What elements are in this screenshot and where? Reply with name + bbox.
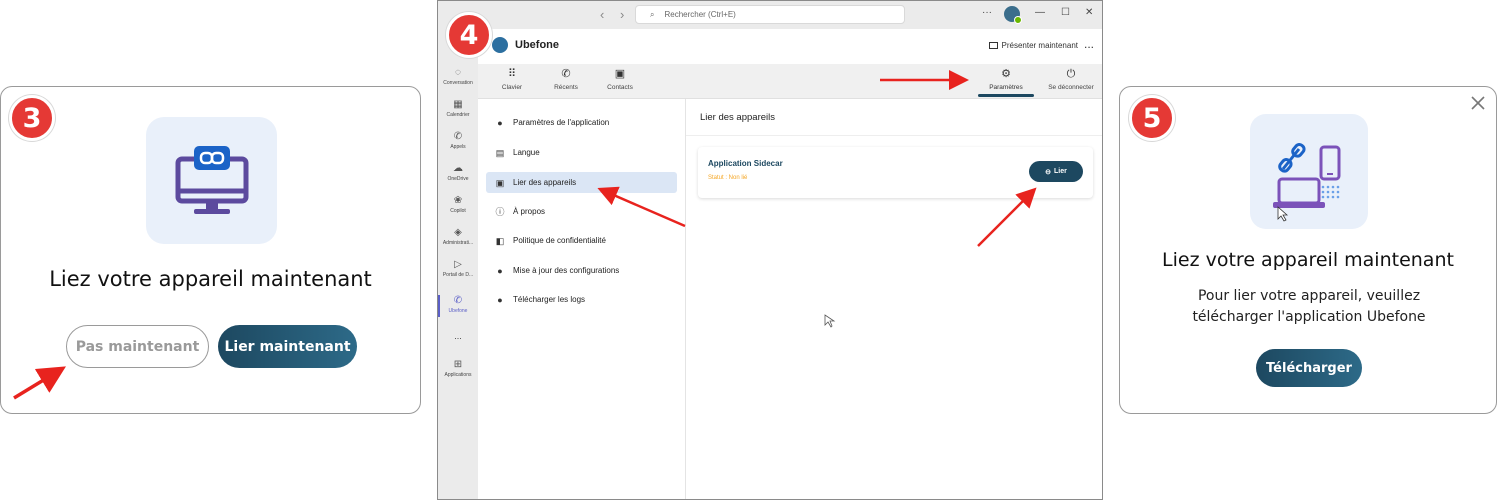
divider [686, 135, 1102, 136]
minimize-icon[interactable]: — [1035, 7, 1045, 18]
search-input[interactable]: ⌕ Rechercher (Ctrl+E) [635, 5, 905, 24]
rail-item-admin[interactable]: ◈ Administrati... [438, 227, 478, 246]
not-now-button[interactable]: Pas maintenant [66, 325, 209, 368]
copilot-icon: ❀ [453, 195, 463, 206]
search-icon: ⌕ [650, 9, 655, 19]
rail-item-onedrive[interactable]: ☁ OneDrive [438, 163, 478, 182]
power-icon: ⏻ [1066, 68, 1076, 80]
menu-item-app-settings[interactable]: ● Paramètres de l'application [486, 112, 677, 133]
admin-icon: ◈ [454, 227, 462, 238]
menu-item-language[interactable]: ▤ Langue [486, 142, 677, 163]
laptop-phone-icon [1273, 142, 1341, 208]
tab-parametres[interactable]: ⚙ Paramètres [978, 68, 1034, 97]
menu-item-config-update[interactable]: ● Mise à jour des configurations [486, 260, 677, 281]
search-placeholder: Rechercher (Ctrl+E) [664, 10, 736, 19]
header-more-button[interactable]: ... [1084, 37, 1094, 51]
step-4-badge: 4 [446, 12, 492, 58]
download-app-dialog: Liez votre appareil maintenant Pour lier… [1119, 86, 1497, 414]
user-gear-icon: ● [497, 117, 503, 128]
gear-icon: ⚙ [1001, 68, 1011, 80]
dialog-title: Liez votre appareil maintenant [49, 267, 372, 291]
chat-icon: ◌ [455, 67, 461, 78]
calendar-icon: ▦ [453, 99, 463, 110]
link-now-button[interactable]: Lier maintenant [218, 325, 357, 368]
tab-recents[interactable]: ✆ Récents [548, 68, 584, 91]
rail-more[interactable]: ... [438, 331, 478, 341]
page-title: Lier des appareils [700, 112, 775, 123]
download-button[interactable]: Télécharger [1256, 349, 1362, 387]
ubefone-phone-icon: ✆ [453, 295, 463, 306]
back-arrow-icon[interactable]: ‹ [600, 7, 604, 22]
rail-item-conversation[interactable]: ◌ Conversation [438, 67, 478, 86]
tab-clavier[interactable]: ⠿ Clavier [494, 68, 530, 91]
left-rail: ◌ Conversation ▦ Calendrier ✆ Appels ☁ OneDr… [438, 29, 478, 499]
dialog-title: Liez votre appareil maintenant [1162, 249, 1454, 271]
settings-menu: ● Paramètres de l'application ▤ Langue ▣ Li… [478, 99, 686, 499]
more-options-icon[interactable]: ··· [982, 7, 992, 18]
monitor-link-icon [175, 145, 248, 214]
present-now-button[interactable]: Présenter maintenant [988, 41, 1078, 50]
rail-item-portal[interactable]: ▷ Portail de D... [438, 259, 478, 278]
keypad-icon: ⠿ [507, 68, 517, 80]
logout-button[interactable]: ⏻ Se déconnecter [1042, 68, 1100, 91]
info-icon: ⓘ [495, 206, 505, 217]
close-window-icon[interactable]: ✕ [1085, 7, 1093, 18]
forward-arrow-icon[interactable]: › [620, 7, 624, 22]
menu-item-about[interactable]: ⓘ À propos [486, 201, 677, 222]
app-name: Ubefone [515, 39, 559, 51]
computer-link-illustration [146, 117, 277, 244]
portal-icon: ▷ [454, 259, 462, 270]
step-5-badge: 5 [1129, 95, 1175, 141]
link-button[interactable]: ⊖ Lier [1029, 161, 1083, 182]
dialog-description: Pour lier votre appareil, veuillez téléc… [1192, 288, 1426, 325]
rail-item-calls[interactable]: ✆ Appels [438, 131, 478, 150]
cloud-icon: ☁ [453, 163, 463, 174]
menu-item-link-devices[interactable]: ▣ Lier des appareils [486, 172, 677, 193]
teams-window: ‹ › ⌕ Rechercher (Ctrl+E) ··· — ☐ ✕ ◌ Con… [437, 0, 1103, 500]
download-icon: ● [497, 294, 503, 305]
sidecar-card: Application Sidecar Statut : Non lié ⊖ Li… [698, 147, 1093, 198]
step-3-badge: 3 [9, 95, 55, 141]
ubefone-logo [492, 37, 508, 53]
language-icon: ▤ [495, 147, 505, 158]
plus-box-icon: ⊞ [453, 359, 463, 370]
title-bar: ‹ › ⌕ Rechercher (Ctrl+E) ··· — ☐ ✕ [438, 1, 1102, 29]
rail-item-copilot[interactable]: ❀ Copilot [438, 195, 478, 214]
close-icon[interactable] [1468, 93, 1488, 113]
rail-item-ubefone[interactable]: ✆ Ubefone [438, 295, 478, 317]
phone-icon: ✆ [453, 131, 463, 142]
menu-item-privacy[interactable]: ◧ Politique de confidentialité [486, 230, 677, 251]
avatar[interactable] [1004, 6, 1022, 24]
update-icon: ● [497, 265, 503, 276]
sidecar-status: Statut : Non lié [708, 175, 748, 181]
laptop-phone-link-illustration [1250, 114, 1368, 229]
maximize-icon[interactable]: ☐ [1061, 7, 1070, 18]
link-device-dialog: Liez votre appareil maintenant Pas maint… [0, 86, 421, 414]
app-header: Ubefone Présenter maintenant ... [478, 29, 1102, 64]
rail-item-calendar[interactable]: ▦ Calendrier [438, 99, 478, 118]
contacts-icon: ▣ [614, 68, 626, 80]
rail-item-applications[interactable]: ⊞ Applications [438, 359, 478, 378]
recent-calls-icon: ✆ [561, 68, 571, 80]
shield-icon: ◧ [495, 235, 505, 246]
link-devices-panel: Lier des appareils Application Sidecar S… [686, 99, 1102, 499]
device-link-icon: ▣ [495, 177, 505, 188]
link-icon: ⊖ [1045, 168, 1052, 176]
present-icon [988, 42, 998, 50]
sidecar-name: Application Sidecar [708, 159, 783, 168]
tab-contacts[interactable]: ▣ Contacts [602, 68, 638, 91]
menu-item-download-logs[interactable]: ● Télécharger les logs [486, 289, 677, 310]
ubefone-toolbar: ⠿ Clavier ✆ Récents ▣ Contacts ⚙ Paramètres … [478, 64, 1102, 99]
